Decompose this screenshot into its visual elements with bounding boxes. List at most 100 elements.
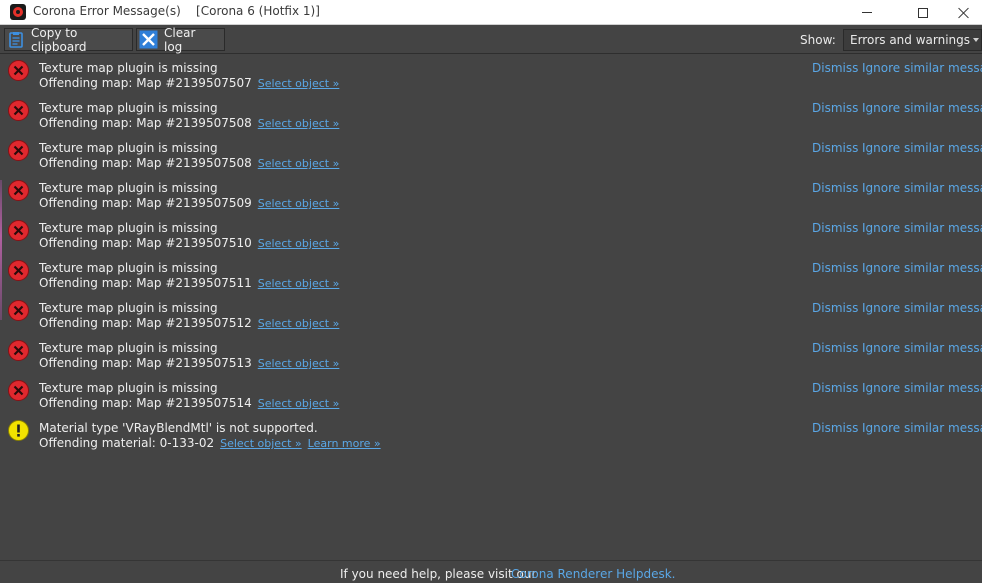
ignore-similar-link[interactable]: Ignore similar messages xyxy=(862,101,982,115)
error-icon xyxy=(8,180,29,201)
message-row: Texture map plugin is missing Offending m… xyxy=(2,57,982,97)
message-detail: Offending map: Map #2139507513 xyxy=(39,356,252,370)
message-row: Texture map plugin is missing Offending m… xyxy=(2,177,982,217)
ignore-similar-link[interactable]: Ignore similar messages xyxy=(862,421,982,435)
message-row: Texture map plugin is missing Offending m… xyxy=(2,337,982,377)
message-detail-line: Offending material: 0-133-02 Select objec… xyxy=(39,436,381,450)
message-title: Texture map plugin is missing xyxy=(39,101,218,115)
message-detail-line: Offending map: Map #2139507508 Select obj… xyxy=(39,116,339,130)
helpdesk-link[interactable]: Corona Renderer Helpdesk. xyxy=(511,567,675,581)
message-row: Texture map plugin is missing Offending m… xyxy=(2,377,982,417)
message-list: Texture map plugin is missing Offending m… xyxy=(2,55,982,560)
message-row: Texture map plugin is missing Offending m… xyxy=(2,97,982,137)
dismiss-link[interactable]: Dismiss xyxy=(812,61,858,75)
corona-app-icon xyxy=(10,4,26,20)
dismiss-link[interactable]: Dismiss xyxy=(812,381,858,395)
message-detail-line: Offending map: Map #2139507507 Select obj… xyxy=(39,76,339,90)
select-object-link[interactable]: Select object » xyxy=(258,397,340,410)
show-filter-value: Errors and warnings xyxy=(850,33,971,47)
error-icon xyxy=(8,140,29,161)
message-title: Texture map plugin is missing xyxy=(39,381,218,395)
error-icon xyxy=(8,100,29,121)
error-icon xyxy=(8,300,29,321)
footer: If you need help, please visit our Coron… xyxy=(0,560,982,583)
toolbar: Copy to clipboard Clear log Show: Errors… xyxy=(0,26,982,54)
title-bar: Corona Error Message(s) [Corona 6 (Hotfi… xyxy=(0,0,982,25)
ignore-similar-link[interactable]: Ignore similar messages xyxy=(862,61,982,75)
minimize-button[interactable] xyxy=(844,0,890,25)
dismiss-link[interactable]: Dismiss xyxy=(812,181,858,195)
select-object-link[interactable]: Select object » xyxy=(258,317,340,330)
ignore-similar-link[interactable]: Ignore similar messages xyxy=(862,301,982,315)
select-object-link[interactable]: Select object » xyxy=(258,237,340,250)
copy-to-clipboard-button[interactable]: Copy to clipboard xyxy=(4,25,133,54)
dismiss-link[interactable]: Dismiss xyxy=(812,101,858,115)
error-icon xyxy=(8,220,29,241)
maximize-button[interactable] xyxy=(900,0,946,25)
error-icon xyxy=(8,260,29,281)
message-detail-line: Offending map: Map #2139507514 Select obj… xyxy=(39,396,339,410)
chevron-down-icon xyxy=(973,38,979,42)
message-detail-line: Offending map: Map #2139507511 Select obj… xyxy=(39,276,339,290)
message-row: Material type 'VRayBlendMtl' is not supp… xyxy=(2,417,982,457)
message-detail: Offending map: Map #2139507508 xyxy=(39,116,252,130)
message-title: Texture map plugin is missing xyxy=(39,61,218,75)
select-object-link[interactable]: Select object » xyxy=(258,277,340,290)
copy-to-clipboard-label: Copy to clipboard xyxy=(31,25,87,54)
select-object-link[interactable]: Select object » xyxy=(258,157,340,170)
warning-icon xyxy=(8,420,29,441)
message-row: Texture map plugin is missing Offending m… xyxy=(2,217,982,257)
dismiss-link[interactable]: Dismiss xyxy=(812,261,858,275)
message-detail: Offending map: Map #2139507507 xyxy=(39,76,252,90)
minimize-icon xyxy=(862,12,872,13)
footer-help-text: If you need help, please visit our xyxy=(340,567,537,581)
ignore-similar-link[interactable]: Ignore similar messages xyxy=(862,261,982,275)
ignore-similar-link[interactable]: Ignore similar messages xyxy=(862,181,982,195)
window-title: Corona Error Message(s) [Corona 6 (Hotfi… xyxy=(33,4,320,18)
show-filter-select[interactable]: Errors and warnings xyxy=(843,29,982,51)
ignore-similar-link[interactable]: Ignore similar messages xyxy=(862,381,982,395)
ignore-similar-link[interactable]: Ignore similar messages xyxy=(862,221,982,235)
close-button[interactable] xyxy=(946,0,982,25)
message-row: Texture map plugin is missing Offending m… xyxy=(2,257,982,297)
dismiss-link[interactable]: Dismiss xyxy=(812,421,858,435)
dismiss-link[interactable]: Dismiss xyxy=(812,221,858,235)
message-detail: Offending map: Map #2139507509 xyxy=(39,196,252,210)
message-title: Texture map plugin is missing xyxy=(39,141,218,155)
clear-log-button[interactable]: Clear log xyxy=(136,25,225,54)
select-object-link[interactable]: Select object » xyxy=(220,437,302,450)
error-icon xyxy=(8,380,29,401)
message-detail-line: Offending map: Map #2139507513 Select obj… xyxy=(39,356,339,370)
message-detail: Offending map: Map #2139507514 xyxy=(39,396,252,410)
message-row: Texture map plugin is missing Offending m… xyxy=(2,137,982,177)
select-object-link[interactable]: Select object » xyxy=(258,117,340,130)
message-detail: Offending map: Map #2139507511 xyxy=(39,276,252,290)
message-detail: Offending map: Map #2139507512 xyxy=(39,316,252,330)
select-object-link[interactable]: Select object » xyxy=(258,357,340,370)
error-icon xyxy=(8,60,29,81)
message-title: Texture map plugin is missing xyxy=(39,261,218,275)
close-icon xyxy=(958,7,970,19)
message-detail: Offending material: 0-133-02 xyxy=(39,436,215,450)
maximize-icon xyxy=(918,7,928,18)
clear-log-label: Clear log xyxy=(164,25,196,54)
message-detail-line: Offending map: Map #2139507510 Select obj… xyxy=(39,236,339,250)
ignore-similar-link[interactable]: Ignore similar messages xyxy=(862,141,982,155)
message-title: Texture map plugin is missing xyxy=(39,221,218,235)
clipboard-icon xyxy=(7,30,25,49)
message-detail-line: Offending map: Map #2139507512 Select obj… xyxy=(39,316,339,330)
dismiss-link[interactable]: Dismiss xyxy=(812,141,858,155)
message-detail: Offending map: Map #2139507508 xyxy=(39,156,252,170)
dismiss-link[interactable]: Dismiss xyxy=(812,301,858,315)
select-object-link[interactable]: Select object » xyxy=(258,77,340,90)
message-title: Material type 'VRayBlendMtl' is not supp… xyxy=(39,421,318,435)
dismiss-link[interactable]: Dismiss xyxy=(812,341,858,355)
message-detail: Offending map: Map #2139507510 xyxy=(39,236,252,250)
ignore-similar-link[interactable]: Ignore similar messages xyxy=(862,341,982,355)
select-object-link[interactable]: Select object » xyxy=(258,197,340,210)
message-row: Texture map plugin is missing Offending m… xyxy=(2,297,982,337)
message-title: Texture map plugin is missing xyxy=(39,301,218,315)
clear-x-icon xyxy=(139,30,158,49)
message-detail-line: Offending map: Map #2139507509 Select obj… xyxy=(39,196,339,210)
learn-more-link[interactable]: Learn more » xyxy=(308,437,381,450)
